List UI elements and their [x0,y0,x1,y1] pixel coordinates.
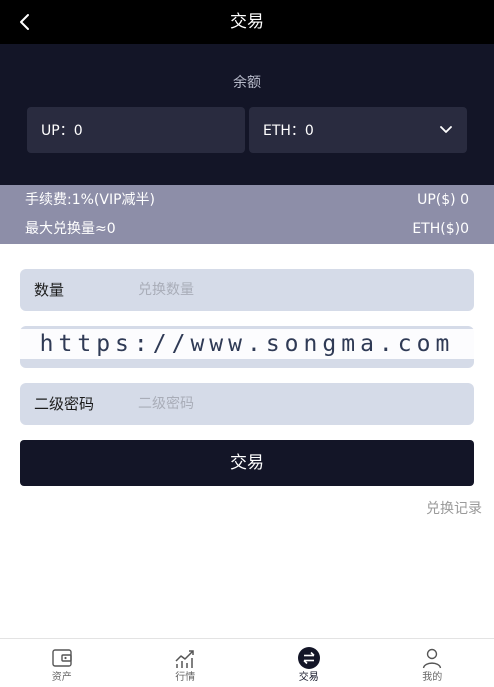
fee-info-strip: 手续费:1%(VIP减半) UP($) 0 最大兑换量≈0 ETH($)0 [0,185,494,244]
password-input[interactable] [138,389,458,419]
nav-label-trade: 交易 [298,672,319,683]
quantity-field: 数量 [20,269,474,311]
chart-icon [175,650,194,668]
up-balance-value: UP：0 [41,123,83,139]
trade-page: 交易 余额 UP：0 ETH：0 手续费:1%(VIP减半) UP($) 0 最… [0,0,494,687]
quantity-label: 数量 [34,281,65,299]
wallet-icon [52,649,72,667]
eth-price: ETH($)0 [412,221,469,237]
trade-submit-button[interactable]: 交易 [20,440,474,486]
fee-row: 手续费:1%(VIP减半) UP($) 0 [25,190,469,210]
back-button[interactable] [10,7,40,37]
nav-item-assets[interactable]: 资产 [0,639,124,687]
exchange-record-link[interactable]: 兑换记录 [426,498,482,518]
max-exchange-text: 最大兑换量≈0 [25,221,116,237]
nav-item-trade[interactable]: 交易 [247,639,371,687]
eth-balance-value: ETH：0 [263,123,314,139]
bottom-nav: 资产 行情 交易 我的 [0,638,494,687]
password-field: 二级密码 [20,383,474,425]
balance-title: 余额 [233,75,261,91]
fee-text: 手续费:1%(VIP减半) [25,192,155,208]
up-balance-box: UP：0 [27,107,245,153]
max-exchange-row: 最大兑换量≈0 ETH($)0 [25,219,469,239]
back-arrow-icon [20,14,29,30]
quantity-input[interactable] [138,275,458,305]
nav-label-mine: 我的 [422,672,443,683]
chevron-down-icon [440,126,452,133]
top-bar: 交易 [0,0,494,44]
balance-panel: 余额 UP：0 ETH：0 [0,44,494,185]
exchange-icon [297,647,320,669]
nav-label-market: 行情 [175,672,196,683]
nav-label-assets: 资产 [51,672,72,683]
nav-item-mine[interactable]: 我的 [371,639,494,687]
watermark-text: https://www.songma.com [0,329,494,359]
nav-item-market[interactable]: 行情 [124,639,248,687]
up-price: UP($) 0 [417,192,469,208]
eth-balance-select[interactable]: ETH：0 [249,107,467,153]
user-icon [423,648,442,669]
password-label: 二级密码 [34,395,95,413]
page-title: 交易 [230,12,264,32]
